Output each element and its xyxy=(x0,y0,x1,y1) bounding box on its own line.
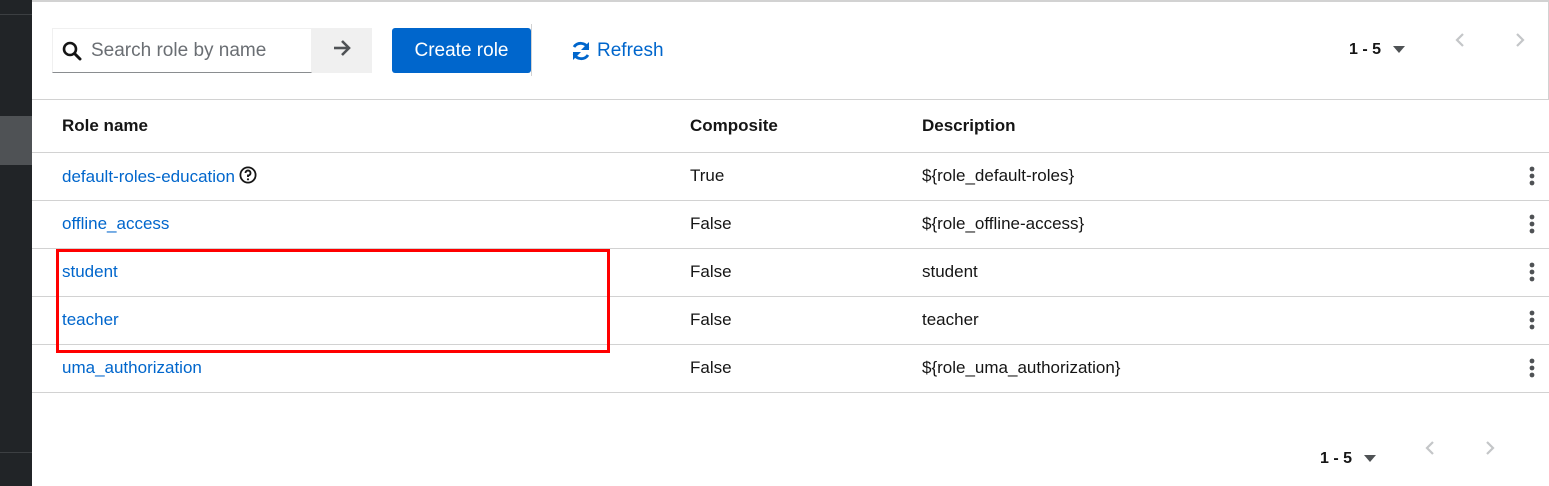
question-circle-icon[interactable] xyxy=(239,166,257,184)
composite-cell: False xyxy=(690,214,732,233)
role-name-cell: default-roles-education xyxy=(32,152,690,200)
search-icon xyxy=(53,41,91,61)
column-header-role-name: Role name xyxy=(32,100,690,153)
table-row: student False student xyxy=(32,248,1549,296)
angle-left-icon xyxy=(1455,33,1464,47)
description-cell: ${role_offline-access} xyxy=(922,214,1085,233)
description-cell: ${role_uma_authorization} xyxy=(922,358,1121,377)
column-header-description: Description xyxy=(922,100,1502,153)
angle-right-icon xyxy=(1486,441,1495,455)
refresh-label: Refresh xyxy=(597,39,664,61)
description-cell: ${role_default-roles} xyxy=(922,166,1075,185)
kebab-icon[interactable] xyxy=(1502,262,1549,282)
pagination-range-label: 1 - 5 xyxy=(1320,450,1353,467)
angle-left-icon xyxy=(1425,441,1434,455)
toolbar-divider xyxy=(531,24,532,76)
role-name-cell: uma_authorization xyxy=(32,344,690,392)
previous-page-button[interactable] xyxy=(1450,30,1470,50)
kebab-icon[interactable] xyxy=(1502,358,1549,378)
composite-cell: False xyxy=(690,310,732,329)
refresh-button[interactable]: Refresh xyxy=(570,28,664,73)
angle-right-icon xyxy=(1516,33,1525,47)
composite-cell: True xyxy=(690,166,725,185)
search-input[interactable] xyxy=(91,39,306,62)
table-row: offline_access False ${role_offline-acce… xyxy=(32,200,1549,248)
column-header-composite: Composite xyxy=(690,100,922,153)
table-header-row: Role name Composite Description xyxy=(32,100,1549,153)
role-link[interactable]: default-roles-education xyxy=(62,167,235,186)
pagination-range-label: 1 - 5 xyxy=(1349,41,1382,58)
roles-table: Role name Composite Description default-… xyxy=(32,100,1549,393)
next-page-button[interactable] xyxy=(1510,30,1530,50)
table-row: default-roles-education True ${role_defa… xyxy=(32,152,1549,200)
search-box xyxy=(52,28,312,73)
description-cell: student xyxy=(922,262,978,281)
composite-cell: False xyxy=(690,262,732,281)
sidebar xyxy=(0,0,32,486)
table-row: teacher False teacher xyxy=(32,296,1549,344)
role-name-cell: offline_access xyxy=(32,200,690,248)
sidebar-divider xyxy=(0,452,32,453)
top-pagination: 1 - 5 xyxy=(1349,41,1406,59)
kebab-icon[interactable] xyxy=(1502,310,1549,330)
sidebar-divider xyxy=(0,14,32,15)
arrow-right-icon xyxy=(332,39,352,62)
column-header-actions xyxy=(1502,100,1549,153)
refresh-icon xyxy=(572,41,590,60)
main-content: Create role Refresh 1 - 5 Role name Com xyxy=(32,0,1549,486)
next-page-button[interactable] xyxy=(1480,438,1500,458)
role-name-cell: teacher xyxy=(32,296,690,344)
description-cell: teacher xyxy=(922,310,979,329)
table-row: uma_authorization False ${role_uma_autho… xyxy=(32,344,1549,392)
composite-cell: False xyxy=(690,358,732,377)
toolbar: Create role Refresh 1 - 5 xyxy=(32,0,1549,100)
sidebar-active-item[interactable] xyxy=(0,116,32,165)
search-submit-button[interactable] xyxy=(312,28,372,73)
pagination-range-toggle[interactable]: 1 - 5 xyxy=(1320,450,1377,468)
previous-page-button[interactable] xyxy=(1420,438,1440,458)
role-link[interactable]: student xyxy=(62,262,118,281)
role-link[interactable]: teacher xyxy=(62,310,119,329)
pagination-range-toggle[interactable]: 1 - 5 xyxy=(1349,41,1406,59)
role-name-cell: student xyxy=(32,248,690,296)
kebab-icon[interactable] xyxy=(1502,214,1549,234)
role-link[interactable]: uma_authorization xyxy=(62,358,202,377)
kebab-icon[interactable] xyxy=(1502,166,1549,186)
bottom-pagination: 1 - 5 xyxy=(1320,450,1377,468)
caret-down-icon xyxy=(1393,46,1406,53)
caret-down-icon xyxy=(1364,455,1377,462)
create-role-button[interactable]: Create role xyxy=(392,28,531,73)
role-link[interactable]: offline_access xyxy=(62,214,169,233)
